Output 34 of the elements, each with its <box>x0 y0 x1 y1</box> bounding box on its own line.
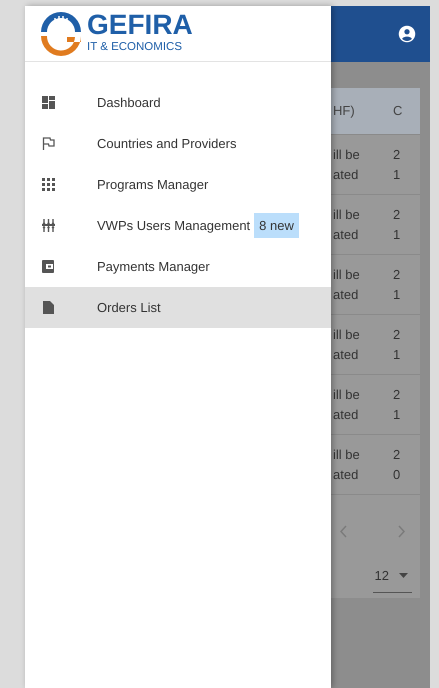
chevron-right-icon[interactable] <box>398 525 406 538</box>
logo-tagline: IT & ECONOMICS <box>87 41 183 54</box>
menu-item[interactable]: Countries and Providers <box>25 123 331 164</box>
flag-icon <box>42 137 55 150</box>
table-cell-text: 2 0 <box>393 446 400 484</box>
menu-item[interactable]: Payments Manager <box>25 246 331 287</box>
document-icon <box>42 301 55 314</box>
logo-name: GEFIRA <box>87 10 193 40</box>
column-header: HF) <box>332 102 356 120</box>
table-cell-text: ill be ated <box>332 206 361 244</box>
dashboard-icon <box>42 96 55 109</box>
table-cell-text: 2 1 <box>393 326 400 364</box>
menu-item[interactable]: Dashboard <box>25 82 331 123</box>
new-count-badge: 8 new <box>254 212 299 238</box>
table-cell-text: 2 1 <box>393 386 400 424</box>
table-cell-text: 2 1 <box>393 206 400 244</box>
table-cell-text: 2 1 <box>393 146 400 184</box>
menu-item[interactable]: Programs Manager <box>25 164 331 205</box>
wallet-icon <box>42 260 55 273</box>
chevron-left-icon[interactable] <box>339 525 347 538</box>
account-icon[interactable] <box>398 25 416 43</box>
caret-icon <box>399 573 408 578</box>
table-cell-text: 2 1 <box>393 266 400 304</box>
column-header: C <box>393 102 402 120</box>
table-cell-text: ill be ated <box>332 446 361 484</box>
table-cell-text: ill be ated <box>332 266 361 304</box>
table-cell-text: ill be ated <box>332 146 361 184</box>
grid-icon <box>42 178 55 191</box>
menu-item[interactable]: Orders List <box>25 287 331 328</box>
page-size-select[interactable]: 12 <box>372 566 412 592</box>
menu-item[interactable]: VWPs Users Management 8 new <box>25 205 331 246</box>
table-cell-text: ill be ated <box>332 386 361 424</box>
sliders-icon <box>42 219 55 232</box>
table-cell-text: ill be ated <box>332 326 361 364</box>
